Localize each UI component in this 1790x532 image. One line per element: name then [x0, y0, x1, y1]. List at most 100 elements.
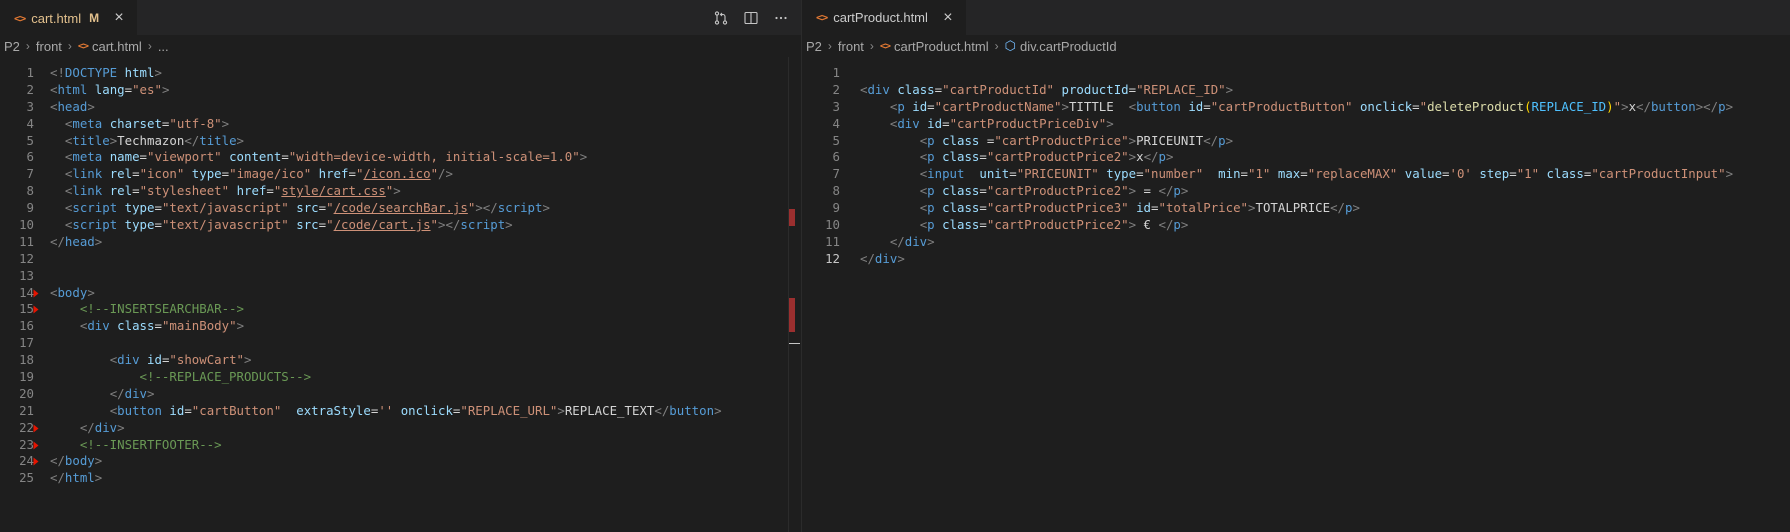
code-line[interactable]: 12 — [0, 251, 801, 268]
code-line[interactable]: 2 <html lang="es"> — [0, 82, 801, 99]
code-line[interactable]: 21 <button id="cartButton" extraStyle=''… — [0, 403, 801, 420]
breadcrumb-item-symbol[interactable]: ... — [158, 39, 169, 54]
line-number: 14 — [0, 285, 50, 302]
line-number: 16 — [19, 318, 34, 334]
code-line[interactable]: 14 <body> — [0, 285, 801, 302]
right-editor-group: <> cartProduct.html × P2 › front › <> ca… — [802, 0, 1790, 532]
breadcrumb-item-file[interactable]: cart.html — [92, 39, 142, 54]
line-number: 3 — [832, 98, 840, 114]
folding-marker-icon[interactable] — [33, 441, 39, 450]
code-line[interactable]: 12 </div> — [802, 251, 1790, 268]
code-line[interactable]: 1 <!DOCTYPE html> — [0, 65, 801, 82]
code-text: <p id="cartProductName">TITTLE <button i… — [889, 98, 1734, 114]
code-text: <meta charset="utf-8"> — [64, 115, 230, 131]
code-line[interactable]: 20 </div> — [0, 386, 801, 403]
chevron-right-icon: › — [25, 39, 30, 53]
code-line[interactable]: 9 <script type="text/javascript" src="/c… — [0, 200, 801, 217]
line-number: 20 — [19, 385, 34, 401]
tab-cartproduct-html[interactable]: <> cartProduct.html × — [802, 0, 966, 35]
code-line[interactable]: 9 <p class="cartProductPrice3" id="total… — [802, 200, 1790, 217]
code-line[interactable]: 11 </div> — [802, 234, 1790, 251]
html-file-icon: <> — [14, 11, 26, 25]
folding-marker-icon[interactable] — [33, 424, 39, 433]
code-line[interactable]: 8 <p class="cartProductPrice2"> = </p> — [802, 183, 1790, 200]
code-line[interactable]: 7 <input unit="PRICEUNIT" type="number" … — [802, 166, 1790, 183]
close-icon[interactable]: × — [111, 10, 127, 26]
line-number: 11 — [825, 233, 840, 249]
code-line[interactable]: 11 </head> — [0, 234, 801, 251]
code-line[interactable]: 4 <meta charset="utf-8"> — [0, 116, 801, 133]
code-line[interactable]: 19 <!--REPLACE_PRODUCTS--> — [0, 369, 801, 386]
code-line[interactable]: 4 <div id="cartProductPriceDiv"> — [802, 116, 1790, 133]
code-text: <p class="cartProductPrice3" id="totalPr… — [919, 200, 1360, 216]
code-line[interactable]: 23 <!--INSERTFOOTER--> — [0, 437, 801, 454]
code-text: <p class="cartProductPrice2">x</p> — [919, 149, 1174, 165]
breadcrumb-item-folder[interactable]: front — [36, 39, 62, 54]
chevron-right-icon: › — [147, 39, 152, 53]
code-line[interactable]: 17 — [0, 335, 801, 352]
breadcrumb: P2 › front › <> cartProduct.html › ⬡ div… — [802, 35, 1790, 57]
code-line[interactable]: 25 </html> — [0, 470, 801, 487]
folding-marker-icon[interactable] — [33, 305, 39, 314]
folding-marker-icon[interactable] — [33, 457, 39, 466]
line-number: 8 — [832, 183, 840, 199]
code-line[interactable]: 16 <div class="mainBody"> — [0, 318, 801, 335]
line-number: 5 — [832, 132, 840, 148]
code-line[interactable]: 2 <div class="cartProductId" productId="R… — [802, 82, 1790, 99]
breadcrumb-item-symbol[interactable]: div.cartProductId — [1020, 39, 1117, 54]
right-code-editor[interactable]: 1 2 <div class="cartProductId" productId="… — [802, 57, 1790, 268]
code-line[interactable]: 15 <!--INSERTSEARCHBAR--> — [0, 301, 801, 318]
open-changes-icon[interactable] — [709, 6, 733, 30]
breadcrumb-item-project[interactable]: P2 — [806, 39, 822, 54]
code-text: </div> — [79, 419, 125, 435]
line-number: 13 — [19, 267, 34, 283]
code-text: </div> — [889, 233, 935, 249]
breadcrumb-item-folder[interactable]: front — [838, 39, 864, 54]
chevron-right-icon: › — [994, 39, 999, 53]
folding-marker-icon[interactable] — [33, 289, 39, 298]
code-text: <title>Techmazon</title> — [64, 132, 245, 148]
chevron-right-icon: › — [869, 39, 874, 53]
split-editor-icon[interactable] — [739, 6, 763, 30]
tab-cart-html[interactable]: <> cart.html M × — [0, 0, 138, 35]
code-text: <head> — [50, 98, 95, 114]
code-line[interactable]: 3 <p id="cartProductName">TITTLE <button… — [802, 99, 1790, 116]
code-line[interactable]: 5 <p class ="cartProductPrice">PRICEUNIT… — [802, 133, 1790, 150]
code-line[interactable]: 1 — [802, 65, 1790, 82]
line-number: 17 — [19, 335, 34, 351]
line-number: 4 — [26, 115, 34, 131]
html-file-icon: <> — [77, 40, 89, 52]
close-icon[interactable]: × — [940, 9, 956, 26]
code-line[interactable]: 10 <script type="text/javascript" src="/… — [0, 217, 801, 234]
code-text: <html lang="es"> — [50, 81, 170, 97]
breadcrumb-item-file[interactable]: cartProduct.html — [894, 39, 989, 54]
line-number: 22 — [0, 420, 50, 437]
line-number: 24 — [0, 453, 50, 470]
line-number: 12 — [825, 250, 840, 266]
code-line[interactable]: 8 <link rel="stylesheet" href="style/car… — [0, 183, 801, 200]
code-line[interactable]: 5 <title>Techmazon</title> — [0, 133, 801, 150]
code-line[interactable]: 7 <link rel="icon" type="image/ico" href… — [0, 166, 801, 183]
line-number: 18 — [19, 352, 34, 368]
code-line[interactable]: 10 <p class="cartProductPrice2"> € </p> — [802, 217, 1790, 234]
line-number: 2 — [832, 81, 840, 97]
code-line[interactable]: 18 <div id="showCart"> — [0, 352, 801, 369]
code-text: <!--INSERTSEARCHBAR--> — [79, 301, 244, 317]
code-line[interactable]: 6 <meta name="viewport" content="width=d… — [0, 149, 801, 166]
line-number: 6 — [832, 149, 840, 165]
code-text: <div id="showCart"> — [109, 352, 252, 368]
code-line[interactable]: 24 </body> — [0, 453, 801, 470]
code-text: <button id="cartButton" extraStyle='' on… — [109, 402, 722, 418]
code-line[interactable]: 13 — [0, 268, 801, 285]
breadcrumb-item-project[interactable]: P2 — [4, 39, 20, 54]
line-number: 23 — [0, 437, 50, 454]
left-code-editor[interactable]: 1 <!DOCTYPE html> 2 <html lang="es"> 3 <head>… — [0, 57, 801, 487]
code-line[interactable]: 6 <p class="cartProductPrice2">x</p> — [802, 149, 1790, 166]
line-number: 4 — [832, 115, 840, 131]
chevron-right-icon: › — [827, 39, 832, 53]
code-text: </head> — [50, 233, 103, 249]
code-text: <p class="cartProductPrice2"> = </p> — [919, 183, 1189, 199]
code-line[interactable]: 3 <head> — [0, 99, 801, 116]
more-actions-icon[interactable] — [769, 6, 793, 30]
code-line[interactable]: 22 </div> — [0, 420, 801, 437]
